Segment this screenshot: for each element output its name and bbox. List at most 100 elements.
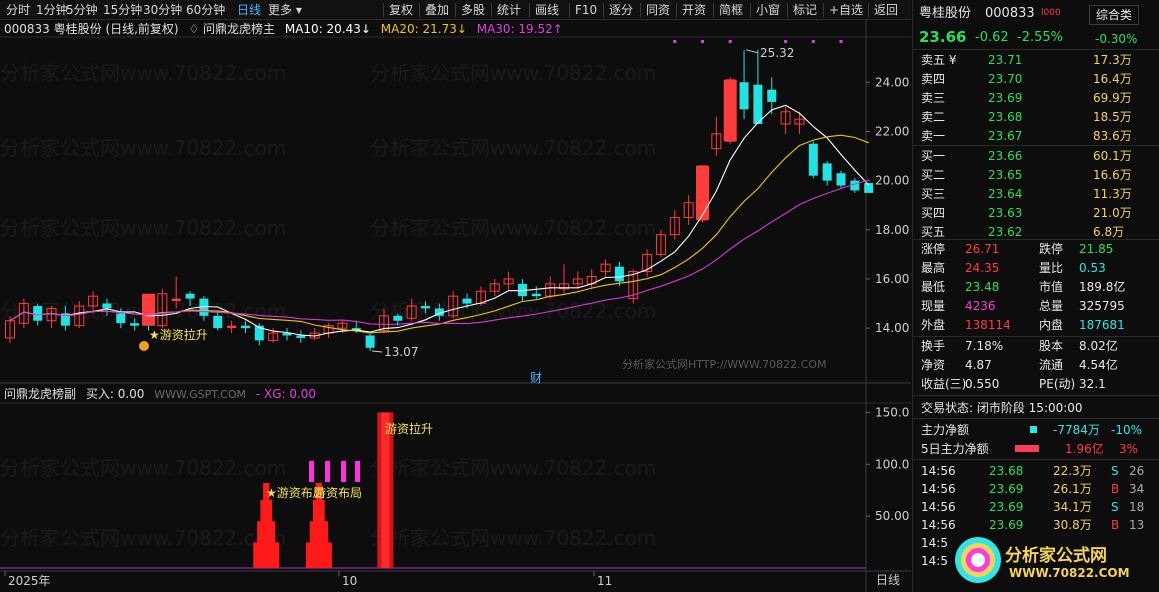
bid-volume-3: 11.3万 bbox=[1093, 187, 1132, 201]
signal-dot bbox=[784, 40, 788, 43]
stat-value: 0.550 bbox=[965, 377, 1000, 391]
stat-key: 收益(三) bbox=[921, 377, 967, 391]
stat-key: 流通 bbox=[1039, 358, 1064, 372]
tick-time: 14:56 bbox=[921, 482, 956, 496]
toolbar-button-2[interactable]: 多股 bbox=[461, 0, 485, 20]
indicator-name[interactable]: ♢ 问鼎龙虎榜主 bbox=[188, 22, 275, 36]
tick-price: 23.69 bbox=[989, 518, 1024, 532]
bid-price-4: 23.63 bbox=[988, 206, 1023, 220]
stat-key: PE(动) bbox=[1039, 377, 1076, 391]
watermark-text: 分析家公式网www.70822.com bbox=[370, 61, 656, 85]
toolbar-separator bbox=[455, 3, 456, 17]
stat-key: 最高 bbox=[921, 261, 946, 275]
candle-body bbox=[171, 298, 181, 302]
stat-value: 325795 bbox=[1079, 299, 1125, 313]
period-label: 日线 bbox=[876, 573, 900, 587]
toolbar-button-7[interactable]: 同资 bbox=[646, 0, 670, 20]
toolbar-button-10[interactable]: 小窗 bbox=[756, 0, 780, 20]
signal-pink-bar bbox=[325, 461, 330, 482]
stat-key: 净资 bbox=[921, 358, 946, 372]
toolbar-separator bbox=[491, 3, 492, 17]
main-flow-pct: -10% bbox=[1111, 423, 1143, 437]
candle-body bbox=[462, 298, 472, 304]
stat-value: 32.1 bbox=[1079, 377, 1106, 391]
panel-divider bbox=[913, 395, 1159, 396]
sub-indicator-name[interactable]: 问鼎龙虎榜副 bbox=[4, 387, 76, 401]
signal-pink-bar bbox=[355, 461, 360, 482]
candle-body bbox=[393, 315, 403, 321]
sub-tick-label: 50.00 bbox=[875, 509, 909, 523]
tick-count: 13 bbox=[1129, 518, 1145, 532]
panel-divider bbox=[913, 239, 1159, 240]
toolbar-button-8[interactable]: 开资 bbox=[682, 0, 706, 20]
bid-volume-4: 21.0万 bbox=[1093, 206, 1132, 220]
toolbar-tab-6[interactable]: 日线 bbox=[237, 0, 261, 20]
toolbar: 分时 1分钟 5分钟 15分钟 30分钟 60分钟 日线 更多 ▾ 复权 叠加 多股 统计 画线 F10 逐… bbox=[0, 0, 911, 20]
stat-value: 189.8亿 bbox=[1079, 280, 1126, 294]
tick-time: 14:56 bbox=[921, 518, 956, 532]
stat-value: 26.71 bbox=[965, 242, 1000, 256]
toolbar-separator bbox=[823, 3, 824, 17]
low-label: 13.07 bbox=[384, 345, 418, 359]
toolbar-button-3[interactable]: 统计 bbox=[497, 0, 521, 20]
five-day-flow-pct: 3% bbox=[1119, 442, 1139, 456]
candle-body bbox=[102, 303, 112, 309]
toolbar-tab-5[interactable]: 60分钟 bbox=[186, 0, 225, 20]
signal-dot bbox=[839, 40, 843, 43]
date-label: 2025年 bbox=[8, 574, 51, 588]
ask-label-4: 卖四 bbox=[921, 72, 946, 86]
tick-volume: 30.8万 bbox=[1053, 518, 1092, 532]
stat-key: 股本 bbox=[1039, 339, 1064, 353]
candle-body bbox=[130, 323, 140, 326]
candle-body bbox=[836, 173, 846, 186]
toolbar-tab-3[interactable]: 15分钟 bbox=[103, 0, 142, 20]
logo-url: WWW.70822.COM bbox=[1009, 566, 1130, 580]
toolbar-separator bbox=[640, 3, 641, 17]
candle-body bbox=[33, 305, 43, 321]
stat-value: 23.48 bbox=[965, 280, 1000, 294]
toolbar-button-0[interactable]: 复权 bbox=[389, 0, 413, 20]
stat-key: 换手 bbox=[921, 339, 946, 353]
sub-indicator-line: 问鼎龙虎榜副 买入: 0.00 WWW.GSPT.COM - XG: 0.00 bbox=[4, 386, 604, 402]
pull-label-2: 游资拉升 bbox=[385, 421, 433, 436]
toolbar-button-5[interactable]: F10 bbox=[575, 0, 597, 20]
quote-code: 000833 bbox=[985, 6, 1035, 21]
bid-label-1: 买一 bbox=[921, 149, 946, 163]
bid-volume-2: 16.6万 bbox=[1093, 168, 1132, 182]
toolbar-button-1[interactable]: 叠加 bbox=[425, 0, 449, 20]
candle-body bbox=[365, 335, 375, 348]
sector-tag: 综合类 bbox=[1089, 5, 1140, 25]
toolbar-button-4[interactable]: 画线 bbox=[535, 0, 559, 20]
flower-logo-icon bbox=[955, 537, 1001, 583]
toolbar-button-11[interactable]: 标记 bbox=[793, 0, 817, 20]
toolbar-separator bbox=[787, 3, 788, 17]
main-flow-label: 主力净额 bbox=[921, 423, 970, 437]
panel-divider bbox=[913, 336, 1159, 337]
toolbar-button-12[interactable]: +自选 bbox=[829, 0, 863, 20]
toolbar-tab-1[interactable]: 1分钟 bbox=[36, 0, 68, 20]
stat-key: 市值 bbox=[1039, 280, 1064, 294]
stat-value: 4.54亿 bbox=[1079, 358, 1118, 372]
panel-divider bbox=[913, 459, 1159, 460]
sub-tick-label: 150.0 bbox=[875, 405, 909, 419]
toolbar-tab-0[interactable]: 分时 bbox=[6, 0, 30, 20]
toolbar-button-6[interactable]: 逐分 bbox=[609, 0, 633, 20]
toolbar-tab-2[interactable]: 5分钟 bbox=[66, 0, 98, 20]
price-tick-label: 24.00 bbox=[875, 75, 909, 89]
bid-label-4: 买四 bbox=[921, 206, 946, 220]
buy-value: 买入: 0.00 bbox=[85, 387, 145, 401]
watermark-text: 分析家公式网www.70822.com bbox=[0, 136, 286, 160]
bid-price-3: 23.64 bbox=[988, 187, 1023, 201]
price-tick-label: 14.00 bbox=[875, 321, 909, 335]
stat-value: 8.02亿 bbox=[1079, 339, 1118, 353]
toolbar-button-9[interactable]: 简框 bbox=[719, 0, 743, 20]
toolbar-tab-4[interactable]: 30分钟 bbox=[143, 0, 182, 20]
tick-time: 14:5 bbox=[921, 554, 948, 568]
ask-volume-1: 83.6万 bbox=[1093, 129, 1132, 143]
toolbar-button-13[interactable]: 返回 bbox=[874, 0, 898, 20]
xg-value: - XG: 0.00 bbox=[255, 387, 317, 401]
toolbar-tab-7[interactable]: 更多 ▾ bbox=[268, 0, 302, 20]
limit-up-candle bbox=[723, 79, 737, 142]
candle-body bbox=[753, 84, 763, 125]
ask-price-1: 23.67 bbox=[988, 129, 1023, 143]
